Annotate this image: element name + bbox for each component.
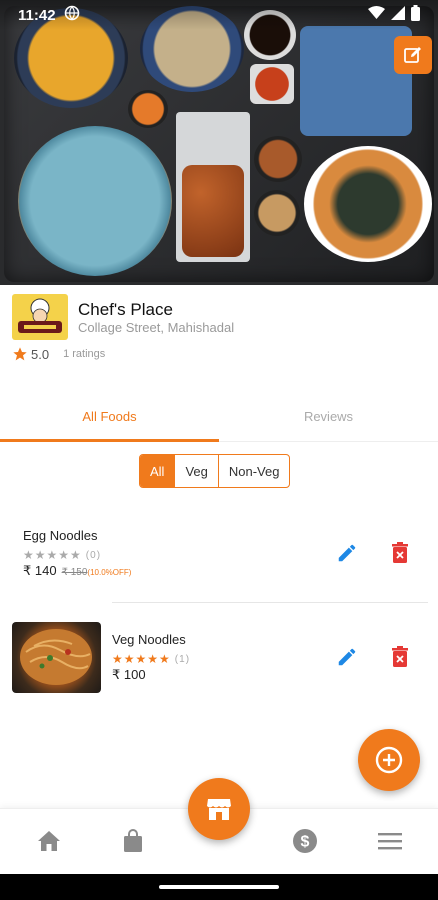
edit-item-button[interactable] — [334, 540, 360, 566]
tab-reviews[interactable]: Reviews — [219, 390, 438, 442]
ramen-bowl — [304, 146, 432, 262]
food-type-filter: All Veg Non-Veg — [139, 454, 291, 488]
home-icon — [38, 831, 60, 851]
ratings-count: 1 ratings — [63, 348, 106, 360]
system-navigation-bar — [0, 874, 438, 900]
filter-all[interactable]: All — [140, 455, 175, 487]
add-circle-icon — [375, 746, 403, 774]
item-name: Veg Noodles — [112, 632, 186, 647]
discount-label: (10.0%OFF) — [87, 568, 132, 577]
edit-item-button[interactable] — [334, 644, 360, 670]
delete-item-button[interactable] — [387, 540, 413, 566]
menu-icon — [378, 833, 402, 850]
nav-store-button[interactable] — [188, 778, 250, 840]
cover-image: 11:42 — [0, 0, 438, 285]
chicken-skewers — [182, 165, 244, 257]
home-gesture-handle[interactable] — [159, 885, 279, 889]
sauce-cup — [128, 90, 168, 128]
tab-all-foods[interactable]: All Foods — [0, 390, 219, 442]
item-rating-count: (0) — [85, 549, 102, 561]
rating-value: 5.0 — [31, 346, 50, 362]
lime-bowl — [254, 136, 302, 182]
store-icon — [207, 799, 231, 820]
star-icon: ★★★★★ — [112, 652, 171, 666]
status-time: 11:42 — [18, 6, 56, 24]
roll-plate — [18, 126, 172, 276]
pencil-icon — [338, 544, 356, 562]
star-icon: ★★★★★ — [23, 548, 82, 562]
restaurant-address: Collage Street, Mahishadal — [78, 320, 235, 335]
filter-veg[interactable]: Veg — [174, 455, 219, 487]
status-bar: 11:42 — [0, 0, 438, 30]
signal-icon — [391, 6, 405, 24]
nut-bowl — [254, 190, 300, 236]
vpn-icon — [64, 5, 80, 25]
item-thumbnail — [12, 622, 101, 693]
restaurant-name: Chef's Place — [78, 300, 173, 319]
chili-sauce-bowl — [250, 64, 294, 104]
restaurant-rating: 5.0 1 ratings — [12, 346, 105, 362]
nav-home[interactable] — [31, 823, 67, 859]
filter-non-veg[interactable]: Non-Veg — [219, 455, 290, 487]
pencil-icon — [338, 648, 356, 666]
wifi-icon — [368, 6, 385, 24]
tab-indicator — [0, 439, 219, 442]
restaurant-info: Chef's Place Collage Street, Mahishadal … — [12, 294, 432, 370]
svg-text:$: $ — [301, 834, 310, 851]
delete-icon — [392, 646, 408, 667]
item-rating-count: (1) — [174, 653, 191, 665]
current-price: ₹ 140 — [23, 563, 57, 578]
item-rating: ★★★★★ (0) — [23, 548, 101, 562]
tab-bar: All Foods Reviews — [0, 390, 438, 442]
current-price: ₹ 100 — [112, 667, 146, 682]
delete-item-button[interactable] — [387, 644, 413, 670]
item-rating: ★★★★★ (1) — [112, 652, 190, 666]
bag-icon — [124, 829, 142, 852]
edit-cover-button[interactable] — [394, 36, 432, 74]
nav-orders[interactable] — [115, 823, 151, 859]
battery-icon — [411, 5, 420, 25]
item-divider — [112, 602, 428, 603]
restaurant-logo — [12, 294, 68, 340]
item-price: ₹ 140 ₹ 150 (10.0%OFF) — [23, 563, 131, 579]
star-icon — [13, 347, 27, 361]
add-food-button[interactable] — [358, 729, 420, 791]
edit-icon — [404, 47, 421, 63]
item-price: ₹ 100 — [112, 667, 146, 683]
delete-icon — [392, 542, 408, 563]
original-price: ₹ 150 — [61, 567, 88, 578]
nav-menu[interactable] — [372, 823, 408, 859]
nav-earnings[interactable]: $ — [287, 823, 323, 859]
dollar-icon: $ — [293, 829, 317, 853]
item-name: Egg Noodles — [23, 528, 98, 543]
